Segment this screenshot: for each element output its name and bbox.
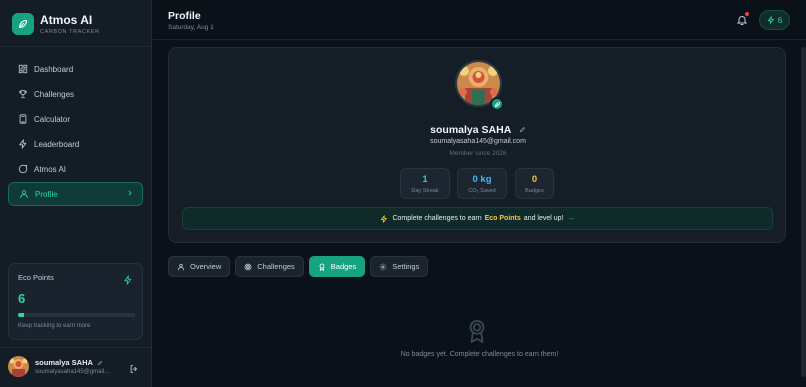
bell-icon[interactable] bbox=[736, 12, 749, 31]
tab-settings[interactable]: Settings bbox=[370, 256, 429, 277]
sidebar-item-calculator[interactable]: Calculator bbox=[8, 107, 143, 131]
member-since: Member since 2026 bbox=[449, 150, 507, 157]
stat-label: Day Streak bbox=[411, 188, 439, 194]
user-name: soumalya SAHA bbox=[35, 358, 103, 367]
sidebar-item-profile[interactable]: Profile bbox=[8, 182, 143, 206]
cta-highlight: Eco Points bbox=[484, 215, 521, 222]
stat-co2-saved: 0 kg CO₂ Saved bbox=[457, 168, 507, 199]
stat-badges: 0 Badges bbox=[515, 168, 554, 199]
award-icon bbox=[318, 263, 326, 271]
user-icon bbox=[177, 263, 185, 271]
sidebar-item-label: Profile bbox=[35, 189, 58, 199]
scrollbar[interactable] bbox=[801, 47, 806, 377]
stat-label: Badges bbox=[525, 188, 544, 194]
cta-prefix: Complete challenges to earn bbox=[392, 215, 482, 222]
stat-day-streak: 1 Day Streak bbox=[400, 168, 450, 199]
tab-label: Badges bbox=[330, 262, 357, 271]
profile-tabs: Overview Challenges Badges Settings bbox=[168, 256, 433, 277]
divider bbox=[0, 347, 152, 348]
eco-points-card: Eco Points 6 Keep tracking to earn more bbox=[8, 263, 143, 340]
user-name-text: soumalya SAHA bbox=[35, 358, 93, 367]
chat-icon bbox=[17, 164, 28, 175]
top-header: Profile Saturday, Aug 1 6 bbox=[153, 0, 806, 40]
page-title: Profile bbox=[168, 10, 201, 22]
sidebar-item-atmos-ai[interactable]: Atmos AI bbox=[8, 157, 143, 181]
tab-label: Settings bbox=[392, 262, 420, 271]
arrow-right-icon: → bbox=[567, 215, 575, 222]
sidebar-item-challenges[interactable]: Challenges bbox=[8, 82, 143, 106]
eco-points-value: 6 bbox=[18, 291, 26, 306]
profile-name: soumalya SAHA bbox=[169, 124, 787, 136]
points-badge[interactable]: 6 bbox=[759, 10, 790, 30]
user-email: soumalyasaha145@gmail.... bbox=[35, 369, 111, 375]
zap-icon bbox=[767, 16, 774, 24]
eco-progress-bar bbox=[18, 313, 135, 317]
tab-challenges[interactable]: Challenges bbox=[235, 256, 304, 277]
profile-email: soumalyasaha145@gmail.com bbox=[430, 138, 526, 145]
stat-label: CO₂ Saved bbox=[468, 188, 496, 194]
brand[interactable]: Atmos AI CARBON TRACKER bbox=[12, 13, 100, 35]
pencil-icon[interactable] bbox=[97, 360, 103, 366]
tab-label: Challenges bbox=[257, 262, 295, 271]
points-value: 6 bbox=[777, 15, 783, 25]
page-date: Saturday, Aug 1 bbox=[168, 24, 214, 31]
user-icon bbox=[18, 189, 29, 200]
zap-icon bbox=[380, 214, 388, 223]
sidebar-item-label: Atmos AI bbox=[34, 164, 67, 174]
brand-subtitle: CARBON TRACKER bbox=[40, 28, 100, 35]
eco-points-cta[interactable]: Complete challenges to earn Eco Points a… bbox=[182, 207, 773, 230]
divider bbox=[0, 46, 152, 47]
notification-dot bbox=[745, 12, 749, 16]
gear-icon bbox=[379, 263, 387, 271]
sidebar-item-dashboard[interactable]: Dashboard bbox=[8, 57, 143, 81]
eco-points-hint: Keep tracking to earn more bbox=[18, 323, 91, 329]
tab-overview[interactable]: Overview bbox=[168, 256, 231, 277]
sidebar-item-label: Leaderboard bbox=[34, 139, 80, 149]
target-icon bbox=[244, 263, 252, 271]
user-card[interactable]: soumalya SAHA soumalyasaha145@gmail.... bbox=[8, 355, 143, 379]
award-icon bbox=[466, 318, 488, 349]
chevron-right-icon bbox=[126, 189, 134, 199]
calculator-icon bbox=[17, 114, 28, 125]
leaf-icon bbox=[12, 13, 34, 35]
avatar bbox=[8, 356, 29, 377]
profile-name-text: soumalya SAHA bbox=[430, 124, 511, 136]
sidebar: Atmos AI CARBON TRACKER Dashboard Challe… bbox=[0, 0, 152, 387]
stat-value: 0 bbox=[531, 174, 538, 185]
profile-card: soumalya SAHA soumalyasaha145@gmail.com … bbox=[168, 47, 786, 243]
zap-icon bbox=[17, 139, 28, 150]
grid-icon bbox=[17, 64, 28, 75]
empty-state-text: No badges yet. Complete challenges to ea… bbox=[400, 351, 559, 358]
cta-suffix: and level up! bbox=[523, 215, 564, 222]
stat-value: 0 kg bbox=[472, 174, 492, 185]
leaf-icon bbox=[490, 97, 504, 111]
trophy-icon bbox=[17, 89, 28, 100]
pencil-icon[interactable] bbox=[519, 124, 526, 136]
sidebar-item-label: Challenges bbox=[34, 89, 75, 99]
logout-icon[interactable] bbox=[129, 361, 139, 379]
sparkle-icon bbox=[123, 272, 133, 290]
brand-title: Atmos AI bbox=[40, 12, 93, 27]
tab-label: Overview bbox=[190, 262, 222, 271]
eco-points-title: Eco Points bbox=[18, 273, 54, 282]
sidebar-item-label: Calculator bbox=[34, 114, 71, 124]
sidebar-item-label: Dashboard bbox=[34, 64, 74, 74]
sidebar-nav: Dashboard Challenges Calculator Leaderbo… bbox=[8, 57, 143, 207]
tab-badges[interactable]: Badges bbox=[308, 256, 366, 277]
eco-progress-fill bbox=[18, 313, 24, 317]
stat-value: 1 bbox=[422, 174, 428, 185]
sidebar-item-leaderboard[interactable]: Leaderboard bbox=[8, 132, 143, 156]
